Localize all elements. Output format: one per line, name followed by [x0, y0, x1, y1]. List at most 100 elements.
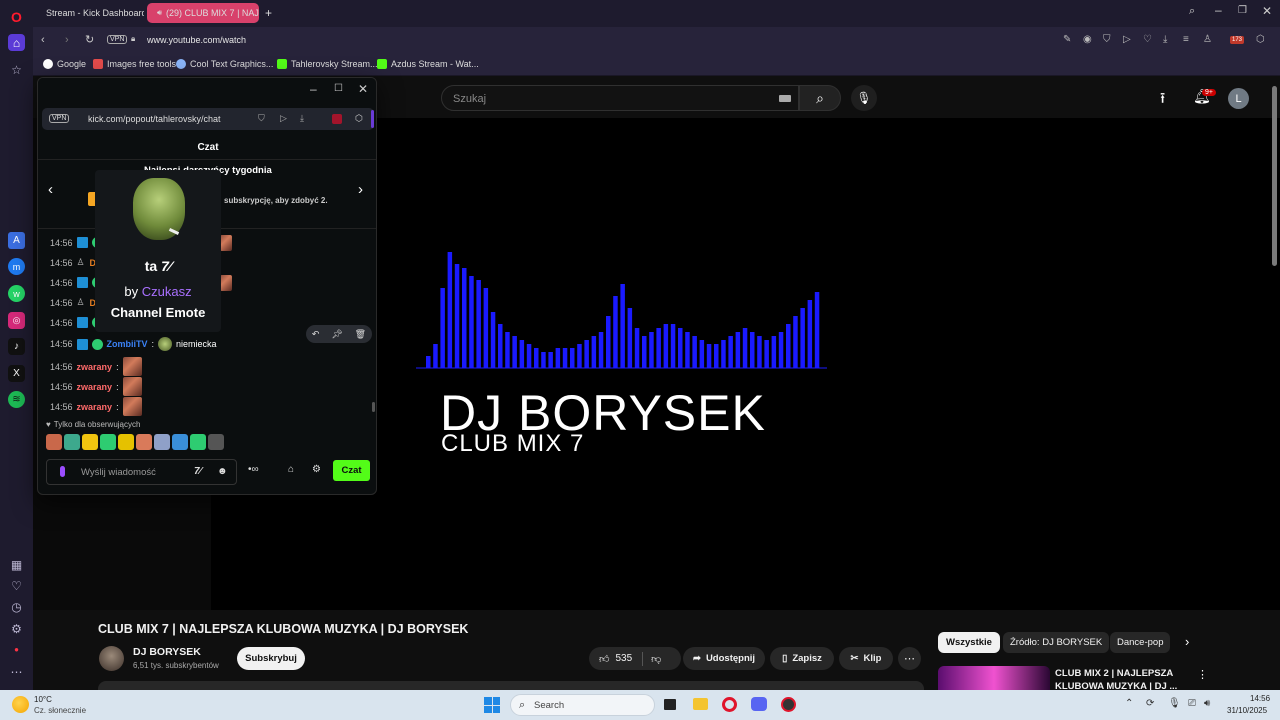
channel-name[interactable]: DJ BORYSEK — [133, 646, 201, 658]
chat-emote[interactable] — [122, 377, 142, 396]
shield-icon[interactable]: ⛉ — [1103, 34, 1111, 45]
forward-icon[interactable]: › — [65, 34, 69, 46]
weather-icon[interactable] — [12, 696, 29, 713]
weather-desc[interactable]: Cz. słonecznie — [34, 706, 86, 715]
mic-button[interactable]: 🎙︎ — [851, 85, 877, 111]
tab-youtube[interactable]: 🔊︎ (29) CLUB MIX 7 | NAJ... — [147, 3, 259, 23]
new-tab-button[interactable]: + — [265, 6, 272, 20]
x-icon[interactable]: X — [8, 365, 25, 382]
emote-option[interactable] — [136, 434, 152, 450]
pin-icon[interactable]: 📌︎ — [331, 329, 342, 340]
opera-taskbar-icon[interactable] — [722, 697, 737, 712]
play-icon[interactable]: ▷ — [1123, 34, 1131, 45]
emote-option[interactable] — [100, 434, 116, 450]
chat-message[interactable]: 14:56 ♙ D — [50, 257, 96, 268]
chat-input[interactable]: Wyślij wiadomość — [81, 467, 156, 478]
popup-close-button[interactable]: ✕ — [358, 82, 368, 96]
emote-option[interactable] — [46, 434, 62, 450]
message-username[interactable]: zwarany — [77, 382, 113, 392]
chat-emote[interactable] — [220, 275, 232, 291]
save-button[interactable]: ▯ Zapisz — [770, 647, 834, 670]
chat-message[interactable]: 14:56 ♙ D — [50, 297, 96, 308]
mic-icon[interactable] — [60, 466, 65, 477]
chat-message[interactable]: 14:56 zwarany: — [50, 377, 142, 396]
keyboard-icon[interactable] — [779, 95, 791, 102]
emote-option[interactable] — [190, 434, 206, 450]
emote-option[interactable] — [82, 434, 98, 450]
tray-mic-icon[interactable]: 🎙︎ — [1168, 698, 1181, 709]
bookmark-tahlerovsky[interactable]: Tahlerovsky Stream... — [277, 59, 378, 69]
taskbar-search[interactable]: ⌕ Search — [510, 694, 655, 716]
clock-date[interactable]: 31/10/2025 — [1227, 706, 1267, 715]
start-button[interactable] — [484, 697, 500, 713]
search-input[interactable]: Szukaj — [453, 93, 486, 105]
clock-time[interactable]: 14:56 — [1250, 694, 1270, 703]
whatsapp-icon[interactable]: w — [8, 285, 25, 302]
popup-ublock-icon[interactable] — [332, 114, 342, 124]
emote-option[interactable] — [172, 434, 188, 450]
emote-option[interactable] — [208, 434, 224, 450]
instagram-icon[interactable]: ◎ — [8, 312, 25, 329]
bookmark-images-free-tools[interactable]: Images free tools — [93, 59, 176, 69]
edit-icon[interactable]: ✎ — [1063, 34, 1071, 45]
search-tabs-icon[interactable]: ⌕ — [1189, 5, 1195, 18]
subscribe-button[interactable]: Subskrybuj — [237, 647, 305, 670]
chip-source[interactable]: Źródło: DJ BORYSEK — [1003, 632, 1110, 653]
delete-icon[interactable]: 🗑︎ — [355, 329, 366, 340]
popup-vpn-badge[interactable]: VPN — [49, 114, 70, 123]
settings-icon[interactable]: ⚙ — [8, 620, 25, 637]
send-chat-button[interactable]: Czat — [333, 460, 370, 481]
opera-logo-icon[interactable]: O — [8, 8, 25, 25]
popup-maximize-button[interactable]: ☐ — [334, 83, 343, 94]
tab-kick-dashboard[interactable]: Stream - Kick Dashboard — [36, 3, 144, 23]
share-button[interactable]: ➦ Udostępnij — [683, 647, 765, 670]
description-box[interactable] — [98, 681, 924, 690]
chat-emote[interactable] — [122, 397, 142, 416]
chat-emote[interactable] — [122, 357, 142, 376]
store-icon[interactable]: ⌂ — [288, 464, 294, 475]
emoji-icon[interactable]: ☻ — [217, 466, 228, 477]
taskbar-search-input[interactable]: Search — [534, 700, 564, 711]
avatar[interactable]: L — [1228, 88, 1249, 109]
speaker-icon[interactable]: 🔊︎ — [157, 8, 162, 18]
cube-icon[interactable]: ⬡ — [1256, 34, 1265, 45]
popup-url[interactable]: kick.com/popout/tahlerovsky/chat — [88, 114, 221, 124]
chat-input-box[interactable]: Wyślij wiadomość 7⁄ ☻ — [46, 459, 237, 485]
tray-volume-icon[interactable]: 🔊︎ — [1204, 698, 1210, 709]
rec-title-line2[interactable]: KLUBOWA MUZYKA | DJ ... — [1055, 681, 1177, 690]
app-icon[interactable] — [781, 697, 796, 712]
download-icon[interactable]: ⤓ — [1163, 34, 1167, 45]
emote-option[interactable] — [118, 434, 134, 450]
chip-dance-pop[interactable]: Dance-pop — [1110, 632, 1171, 653]
popup-minimize-button[interactable]: – — [310, 82, 317, 96]
reload-icon[interactable]: ↻ — [85, 33, 94, 46]
message-username[interactable]: zwarany — [77, 402, 113, 412]
gifters-next-icon[interactable]: › — [358, 181, 363, 198]
apps-icon[interactable]: ▦ — [8, 556, 25, 573]
rec-thumbnail[interactable] — [938, 666, 1050, 690]
spotify-icon[interactable]: ≋ — [8, 391, 25, 408]
rec-title-line1[interactable]: CLUB MIX 2 | NAJLEPSZA — [1055, 668, 1173, 679]
adblock-icon[interactable]: ● — [8, 641, 25, 658]
messenger-icon[interactable]: m — [8, 258, 25, 275]
scrollbar[interactable] — [1272, 86, 1277, 266]
discord-icon[interactable] — [751, 697, 767, 711]
file-explorer-icon[interactable] — [693, 698, 708, 710]
bookmark-azdus[interactable]: Azdus Stream - Wat... — [377, 59, 479, 69]
chip-all[interactable]: Wszystkie — [938, 632, 1000, 653]
bookmark-google[interactable]: Google — [43, 59, 86, 69]
emote-option[interactable] — [64, 434, 80, 450]
message-username[interactable]: ZombiiTV — [107, 339, 148, 349]
back-icon[interactable]: ‹ — [41, 34, 45, 46]
chat-emote[interactable] — [220, 235, 232, 251]
thumbs-down-icon[interactable]: 👎︎ — [651, 653, 661, 665]
popup-download-icon[interactable]: ⤓ — [300, 113, 304, 124]
search-button[interactable]: ⌕ — [799, 85, 841, 111]
message-emote[interactable] — [158, 337, 173, 351]
bookmark-cool-text[interactable]: Cool Text Graphics... — [176, 59, 273, 69]
close-window-button[interactable]: ✕ — [1262, 4, 1272, 18]
popup-send-icon[interactable]: ▷ — [280, 113, 287, 124]
maximize-button[interactable]: ❐ — [1238, 5, 1247, 16]
menu-icon[interactable]: ≡ — [1183, 34, 1189, 45]
tray-chevron-icon[interactable]: ⌃ — [1125, 698, 1133, 709]
